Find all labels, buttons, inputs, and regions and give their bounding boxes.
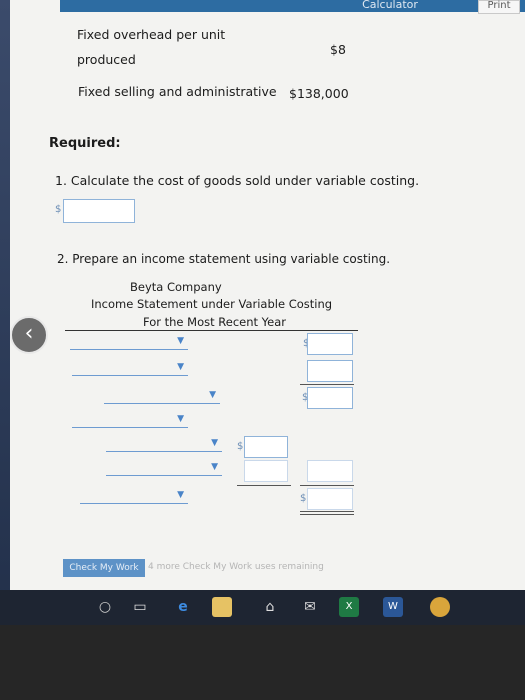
header-rule — [65, 330, 358, 331]
amount-input[interactable] — [307, 333, 353, 355]
search-icon[interactable]: ○ — [95, 597, 115, 617]
statement-line-select[interactable]: ▼ — [80, 487, 188, 504]
mail-icon[interactable]: ✉ — [300, 597, 320, 617]
statement-line-select[interactable]: ▼ — [104, 387, 220, 404]
store-icon[interactable]: ⌂ — [260, 597, 280, 617]
fixed-overhead-label-cont: produced — [77, 52, 136, 67]
company-name: Beyta Company — [130, 280, 222, 294]
check-my-work-button[interactable]: Check My Work — [63, 559, 145, 577]
chrome-icon[interactable] — [430, 597, 450, 617]
chevron-down-icon: ▼ — [177, 414, 184, 424]
check-uses-remaining: 4 more Check My Work uses remaining — [148, 562, 324, 572]
excel-icon[interactable]: X — [339, 597, 359, 617]
statement-period: For the Most Recent Year — [143, 315, 287, 329]
amount-input[interactable] — [307, 360, 353, 382]
amount-input[interactable] — [307, 387, 353, 409]
chevron-down-icon: ▼ — [211, 462, 218, 472]
print-button[interactable]: Print — [478, 0, 520, 14]
currency-sign: $ — [237, 441, 244, 452]
chevron-down-icon: ▼ — [177, 362, 184, 372]
chevron-left-icon: ‹ — [24, 321, 34, 346]
statement-title: Income Statement under Variable Costing — [91, 297, 333, 311]
question-1: 1. Calculate the cost of goods sold unde… — [55, 173, 420, 188]
fixed-overhead-label: Fixed overhead per unit — [77, 27, 226, 42]
amount-input[interactable] — [244, 460, 288, 482]
amount-input[interactable] — [244, 436, 288, 458]
fixed-overhead-value: $8 — [330, 42, 346, 57]
chevron-down-icon: ▼ — [177, 336, 184, 346]
monitor-bezel — [0, 625, 525, 700]
subtotal-rule — [300, 384, 354, 385]
window-edge — [0, 0, 10, 625]
back-button[interactable]: ‹ — [10, 316, 48, 354]
double-rule-top — [300, 511, 354, 512]
statement-line-select[interactable]: ▼ — [72, 411, 188, 428]
statement-line-select[interactable]: ▼ — [106, 435, 222, 452]
edge-icon[interactable]: e — [173, 597, 193, 617]
q1-currency: $ — [55, 204, 62, 215]
double-rule-bottom — [300, 514, 354, 515]
task-view-icon[interactable]: ▭ — [130, 597, 150, 617]
currency-sign: $ — [300, 493, 307, 504]
statement-line-select[interactable]: ▼ — [72, 359, 188, 376]
chevron-down-icon: ▼ — [177, 490, 184, 500]
required-heading: Required: — [49, 136, 121, 151]
fixed-selling-value: $138,000 — [289, 86, 349, 101]
cogs-input[interactable] — [63, 199, 135, 223]
amount-input[interactable] — [307, 460, 353, 482]
statement-line-select[interactable]: ▼ — [70, 333, 188, 350]
fixed-selling-label: Fixed selling and administrative — [78, 84, 277, 99]
screen: Calculator Print Fixed overhead per unit… — [0, 0, 525, 625]
question-2: 2. Prepare an income statement using var… — [57, 252, 391, 266]
calculator-tab[interactable]: Calculator — [320, 0, 460, 12]
subtotal-rule — [300, 485, 354, 486]
chevron-down-icon: ▼ — [209, 390, 216, 400]
subtotal-rule — [237, 485, 291, 486]
word-icon[interactable]: W — [383, 597, 403, 617]
file-explorer-icon[interactable] — [212, 597, 232, 617]
statement-line-select[interactable]: ▼ — [106, 459, 222, 476]
chevron-down-icon: ▼ — [211, 438, 218, 448]
amount-input[interactable] — [307, 488, 353, 510]
